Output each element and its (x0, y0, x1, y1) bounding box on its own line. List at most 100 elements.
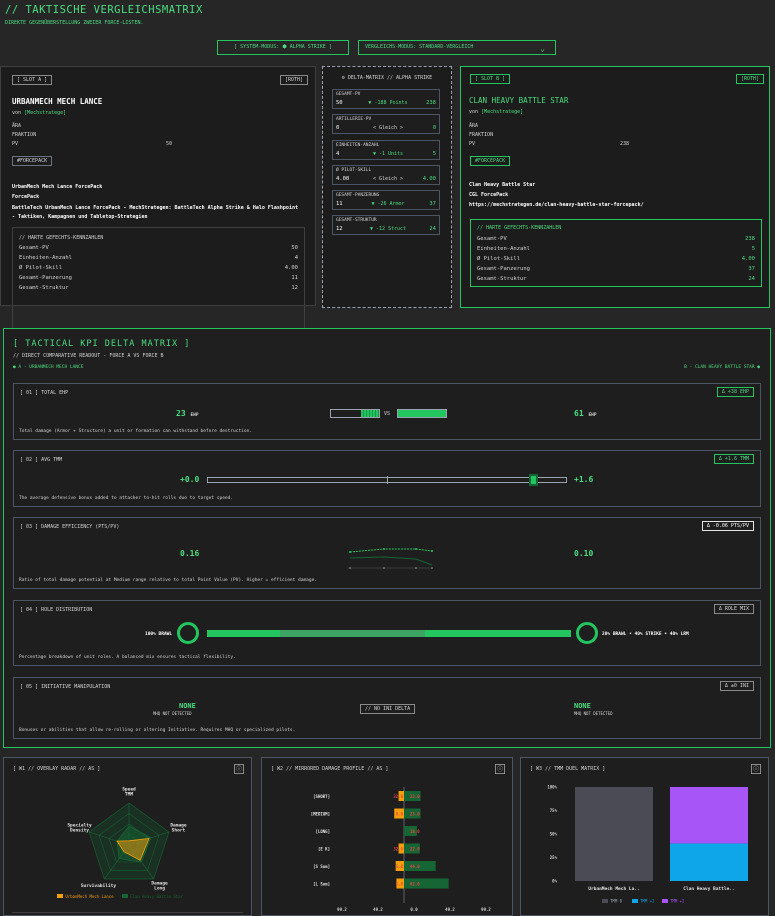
slot-a-title: URBANMECH MECH LANCE (12, 97, 103, 106)
tmm-y-tick: 100% (547, 785, 557, 790)
kpi-ehp-title: [ 01 ] TOTAL EHP (20, 390, 69, 396)
slot-b-by-prefix: von (469, 109, 479, 115)
damage-label-b: 62.0 (410, 882, 420, 887)
tmm-legend-swatch (632, 899, 638, 903)
kpi-tmm-desc: The average defensive bonus added to att… (19, 496, 234, 501)
slot-a-meta-faction: FRAKTION (12, 132, 37, 138)
delta-row-artillery: ARTILLERIE-PV 0 < Gleich >0 (332, 114, 440, 134)
damage-label-a: 5.0 (396, 882, 404, 887)
radar-footer (12, 912, 243, 915)
kpi-initiative-badge: Δ ±0 INI (719, 681, 754, 691)
kpi-efficiency-badge: Δ -0.06 PTS/PV (701, 521, 754, 531)
slot-b-stat-armor: Gesamt-Panzerung 37 (477, 266, 755, 272)
slot-a-meta-era: ÄRA (12, 123, 22, 129)
radar-axis-label: Damage Short (170, 822, 187, 833)
radar-axis-label: Speed TMM (122, 787, 136, 798)
tmm-bar-1 (670, 843, 748, 881)
radar-panel: [ W1 // OVERLAY RADAR // AS ] ⓘ Speed TMM… (3, 757, 252, 916)
compare-mode-value: VERGLEICHS-MODUS: STANDARD-VERGLEICH (365, 44, 474, 50)
kpi-initiative-desc: Bonuses or abilities that allow re-rolli… (19, 728, 296, 733)
tmm-a-value: +0.0 (180, 475, 200, 484)
kpi-tmm: [ 02 ] AVG TMM Δ +1.6 TMM +0.0 +1.6 The … (13, 450, 761, 507)
initiative-a-sub: MHQ NOT DETECTED (153, 711, 192, 716)
system-mode-button[interactable]: [ SYSTEM-MODUS: ⬢ ALPHA STRIKE ] (217, 40, 349, 55)
roles-a-value: 100% BRAWL (145, 632, 173, 637)
kpi-tmm-badge: Δ +1.6 TMM (713, 454, 754, 464)
tmm-legend-label: TMM +1 (640, 899, 655, 904)
slot-a-badge: #FORCEPACK (12, 156, 53, 166)
delta-row-pv: GESAMT-PV 50 ▼ -188 Points 238 (332, 89, 440, 109)
compare-mode-select[interactable]: VERGLEICHS-MODUS: STANDARD-VERGLEICH ⌄ (358, 40, 556, 55)
slot-b-desc2: CGL ForcePack (469, 192, 509, 198)
radar-legend-a: UrbanMech Mech Lance (57, 894, 114, 899)
kpi-ehp-badge: Δ +38 EHP (716, 387, 754, 397)
tmm-bar-0 (575, 787, 653, 881)
slot-b-label: [ SLOT B ] (470, 74, 511, 84)
tmm-category-label: UrbanMech Mech La.. (588, 886, 639, 892)
kpi-title: [ TACTICAL KPI DELTA MATRIX ] (13, 339, 191, 349)
ehp-a-value: 23 EHP (176, 409, 199, 418)
kpi-initiative-title: [ 05 ] INITIATIVE MANIPULATION (20, 684, 111, 690)
slot-b-stat-units: Einheiten-Anzahl 5 (477, 246, 755, 252)
damage-category-label: [L Sum] (313, 882, 330, 887)
delta-matrix-title: ⚙ DELTA-MATRIX // ALPHA STRIKE (341, 75, 433, 81)
efficiency-a-value: 0.16 (180, 549, 200, 558)
efficiency-sparkline (348, 548, 433, 569)
roles-a-ring (177, 622, 199, 644)
ehp-vs-label: VS (384, 411, 391, 417)
slot-a-desc1: UrbanMech Mech Lance ForcePack (12, 184, 103, 190)
slot-b-card: [ SLOT B ] [ROTH] CLAN HEAVY BATTLE STAR… (460, 66, 770, 308)
ehp-a-bar (330, 409, 380, 418)
damage-label-b: 18.0 (410, 829, 420, 834)
roles-segment-strike (279, 630, 426, 637)
delta-row-structure: GESAMT-STRUKTUR 12 ▼ -12 Struct 24 (332, 215, 440, 235)
tmm-track (207, 474, 567, 486)
damage-bar-b (404, 861, 436, 871)
initiative-b-sub: MHQ NOT DETECTED (574, 711, 613, 716)
damage-label-b: 44.0 (410, 864, 420, 869)
slot-a-stat-units: Einheiten-Anzahl 4 (19, 255, 298, 261)
damage-category-label: [SHORT] (313, 794, 330, 799)
efficiency-b-value: 0.10 (574, 549, 594, 558)
tmm-panel: [ W3 // TMM DUEL MATRIX ] ⓘ 100% 75% 50% 25… (520, 757, 769, 916)
kpi-roles-desc: Percentage breakdown of unit roles. A ba… (19, 655, 236, 660)
tmm-category-label: Clan Heavy Battle.. (683, 886, 734, 892)
slot-a-author-link[interactable]: [Mechstratege] (24, 110, 66, 116)
slot-a-by-prefix: von (12, 110, 22, 116)
force-b-legend: B - CLAN HEAVY BATTLE STAR ● (684, 365, 760, 370)
tmm-legend-label: TMM +2 (670, 899, 685, 904)
slot-b-meta-faction: FRAKTION (469, 132, 494, 138)
slot-a-stats-title: // HARTE GEFECHTS-KENNZAHLEN (19, 235, 104, 241)
damage-x-tick: 49.2 (373, 907, 383, 912)
delta-row-skill: Ø PILOT-SKILL 4.00 < Gleich >4.00 (332, 165, 440, 185)
slot-a-meta-pv: PV 50 (12, 141, 172, 147)
kpi-efficiency-desc: Ratio of total damage potential at Mediu… (19, 578, 318, 583)
damage-category-label: [LONG] (316, 829, 330, 834)
initiative-delta: // NO INI DELTA (360, 704, 416, 714)
tmm-chart: 100% 75% 50% 25% 0% UrbanMech Mech La.. Clan H… (547, 785, 748, 904)
radar-axis-label: Damage Long (151, 881, 168, 892)
info-icon[interactable]: ⓘ (495, 764, 505, 774)
slot-b-meta-pv: PV 238 (469, 141, 629, 147)
slot-b-desc3[interactable]: https://mechstrategen.de/clan-heavy-batt… (469, 202, 644, 208)
damage-label-a: 32.0 (393, 794, 403, 799)
slot-a-card: [ SLOT A ] [ROTH] URBANMECH MECH LANCE v… (0, 66, 316, 363)
damage-x-tick: 49.2 (445, 907, 455, 912)
damage-panel: [ W2 // MIRRORED DAMAGE PROFILE // AS ] … (261, 757, 513, 916)
damage-x-tick: 99.2 (481, 907, 491, 912)
kpi-ehp-desc: Total damage (Armor + Structure) a unit … (19, 429, 252, 434)
damage-x-tick: 99.2 (337, 907, 347, 912)
initiative-a-value: NONE (179, 702, 196, 710)
damage-label-a: 8.0 (396, 812, 404, 817)
tmm-y-tick: 75% (550, 808, 558, 813)
slot-a-pill[interactable]: [ROTH] (280, 75, 309, 85)
tmm-bar-2 (670, 787, 748, 844)
slot-b-meta-era: ÄRA (469, 123, 479, 129)
damage-label-a: 5.0 (396, 864, 404, 869)
slot-b-author-link[interactable]: [Mechstratege] (481, 109, 523, 115)
slot-b-stats-title: // HARTE GEFECHTS-KENNZAHLEN (477, 225, 562, 231)
info-icon[interactable]: ⓘ (234, 764, 244, 774)
slot-b-pill[interactable]: [ROTH] (736, 74, 765, 84)
slot-a-stat-pv: Gesamt-PV 50 (19, 245, 298, 251)
info-icon[interactable]: ⓘ (751, 764, 761, 774)
